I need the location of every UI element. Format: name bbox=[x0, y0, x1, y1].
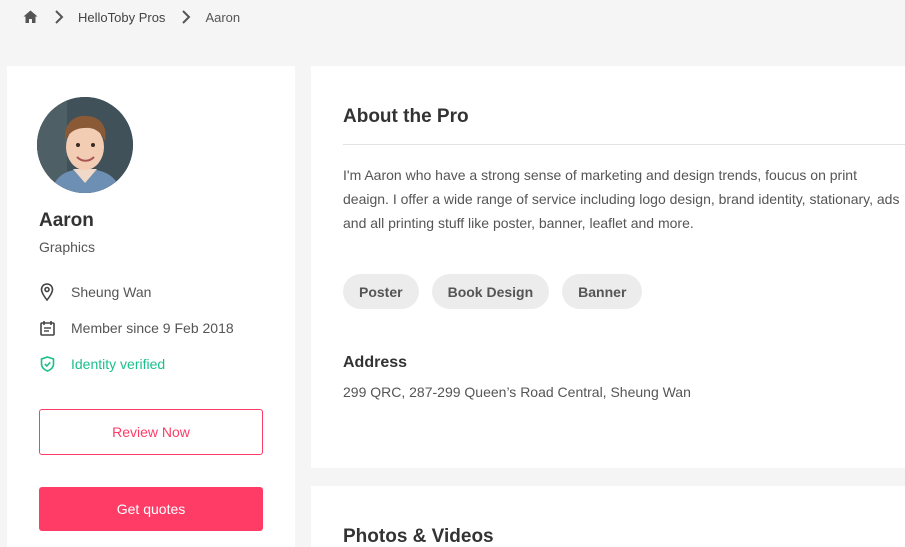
shield-check-icon bbox=[39, 355, 55, 373]
about-card: About the Pro I'm Aaron who have a stron… bbox=[311, 66, 905, 468]
photos-videos-card: Photos & Videos bbox=[311, 486, 905, 547]
tag-banner[interactable]: Banner bbox=[562, 274, 643, 309]
chevron-right-icon bbox=[179, 10, 193, 24]
pro-name: Aaron bbox=[39, 210, 94, 231]
identity-verified-row: Identity verified bbox=[39, 354, 165, 374]
tag-book-design[interactable]: Book Design bbox=[431, 274, 550, 309]
get-quotes-button[interactable]: Get quotes bbox=[39, 487, 263, 531]
chevron-right-icon bbox=[52, 10, 66, 24]
avatar bbox=[37, 97, 133, 193]
home-icon[interactable] bbox=[22, 9, 38, 25]
location-text: Sheung Wan bbox=[71, 284, 152, 300]
about-title: About the Pro bbox=[343, 106, 469, 127]
review-now-button[interactable]: Review Now bbox=[39, 409, 263, 455]
breadcrumb-link-hellotoby-pros[interactable]: HelloToby Pros bbox=[78, 10, 165, 25]
breadcrumb: HelloToby Pros Aaron bbox=[22, 6, 240, 28]
calendar-icon bbox=[39, 319, 55, 337]
address-label: Address bbox=[343, 354, 408, 371]
pro-profile-page: HelloToby Pros Aaron Aaron Graphics Sheu… bbox=[0, 0, 905, 547]
location-row: Sheung Wan bbox=[39, 282, 151, 302]
tag-poster[interactable]: Poster bbox=[343, 274, 419, 309]
identity-verified-text: Identity verified bbox=[71, 356, 166, 372]
member-since-text: Member since 9 Feb 2018 bbox=[71, 320, 234, 336]
pro-category: Graphics bbox=[39, 239, 96, 255]
divider bbox=[343, 144, 905, 145]
service-tags: Poster Book Design Banner bbox=[343, 274, 655, 309]
location-pin-icon bbox=[39, 283, 55, 301]
member-since-row: Member since 9 Feb 2018 bbox=[39, 318, 234, 338]
address-text: 299 QRC, 287-299 Queen’s Road Central, S… bbox=[343, 384, 691, 400]
profile-card: Aaron Graphics Sheung Wan Member since 9… bbox=[7, 66, 295, 547]
about-description: I'm Aaron who have a strong sense of mar… bbox=[343, 167, 900, 231]
photos-videos-title: Photos & Videos bbox=[343, 526, 494, 547]
breadcrumb-current: Aaron bbox=[205, 9, 241, 25]
